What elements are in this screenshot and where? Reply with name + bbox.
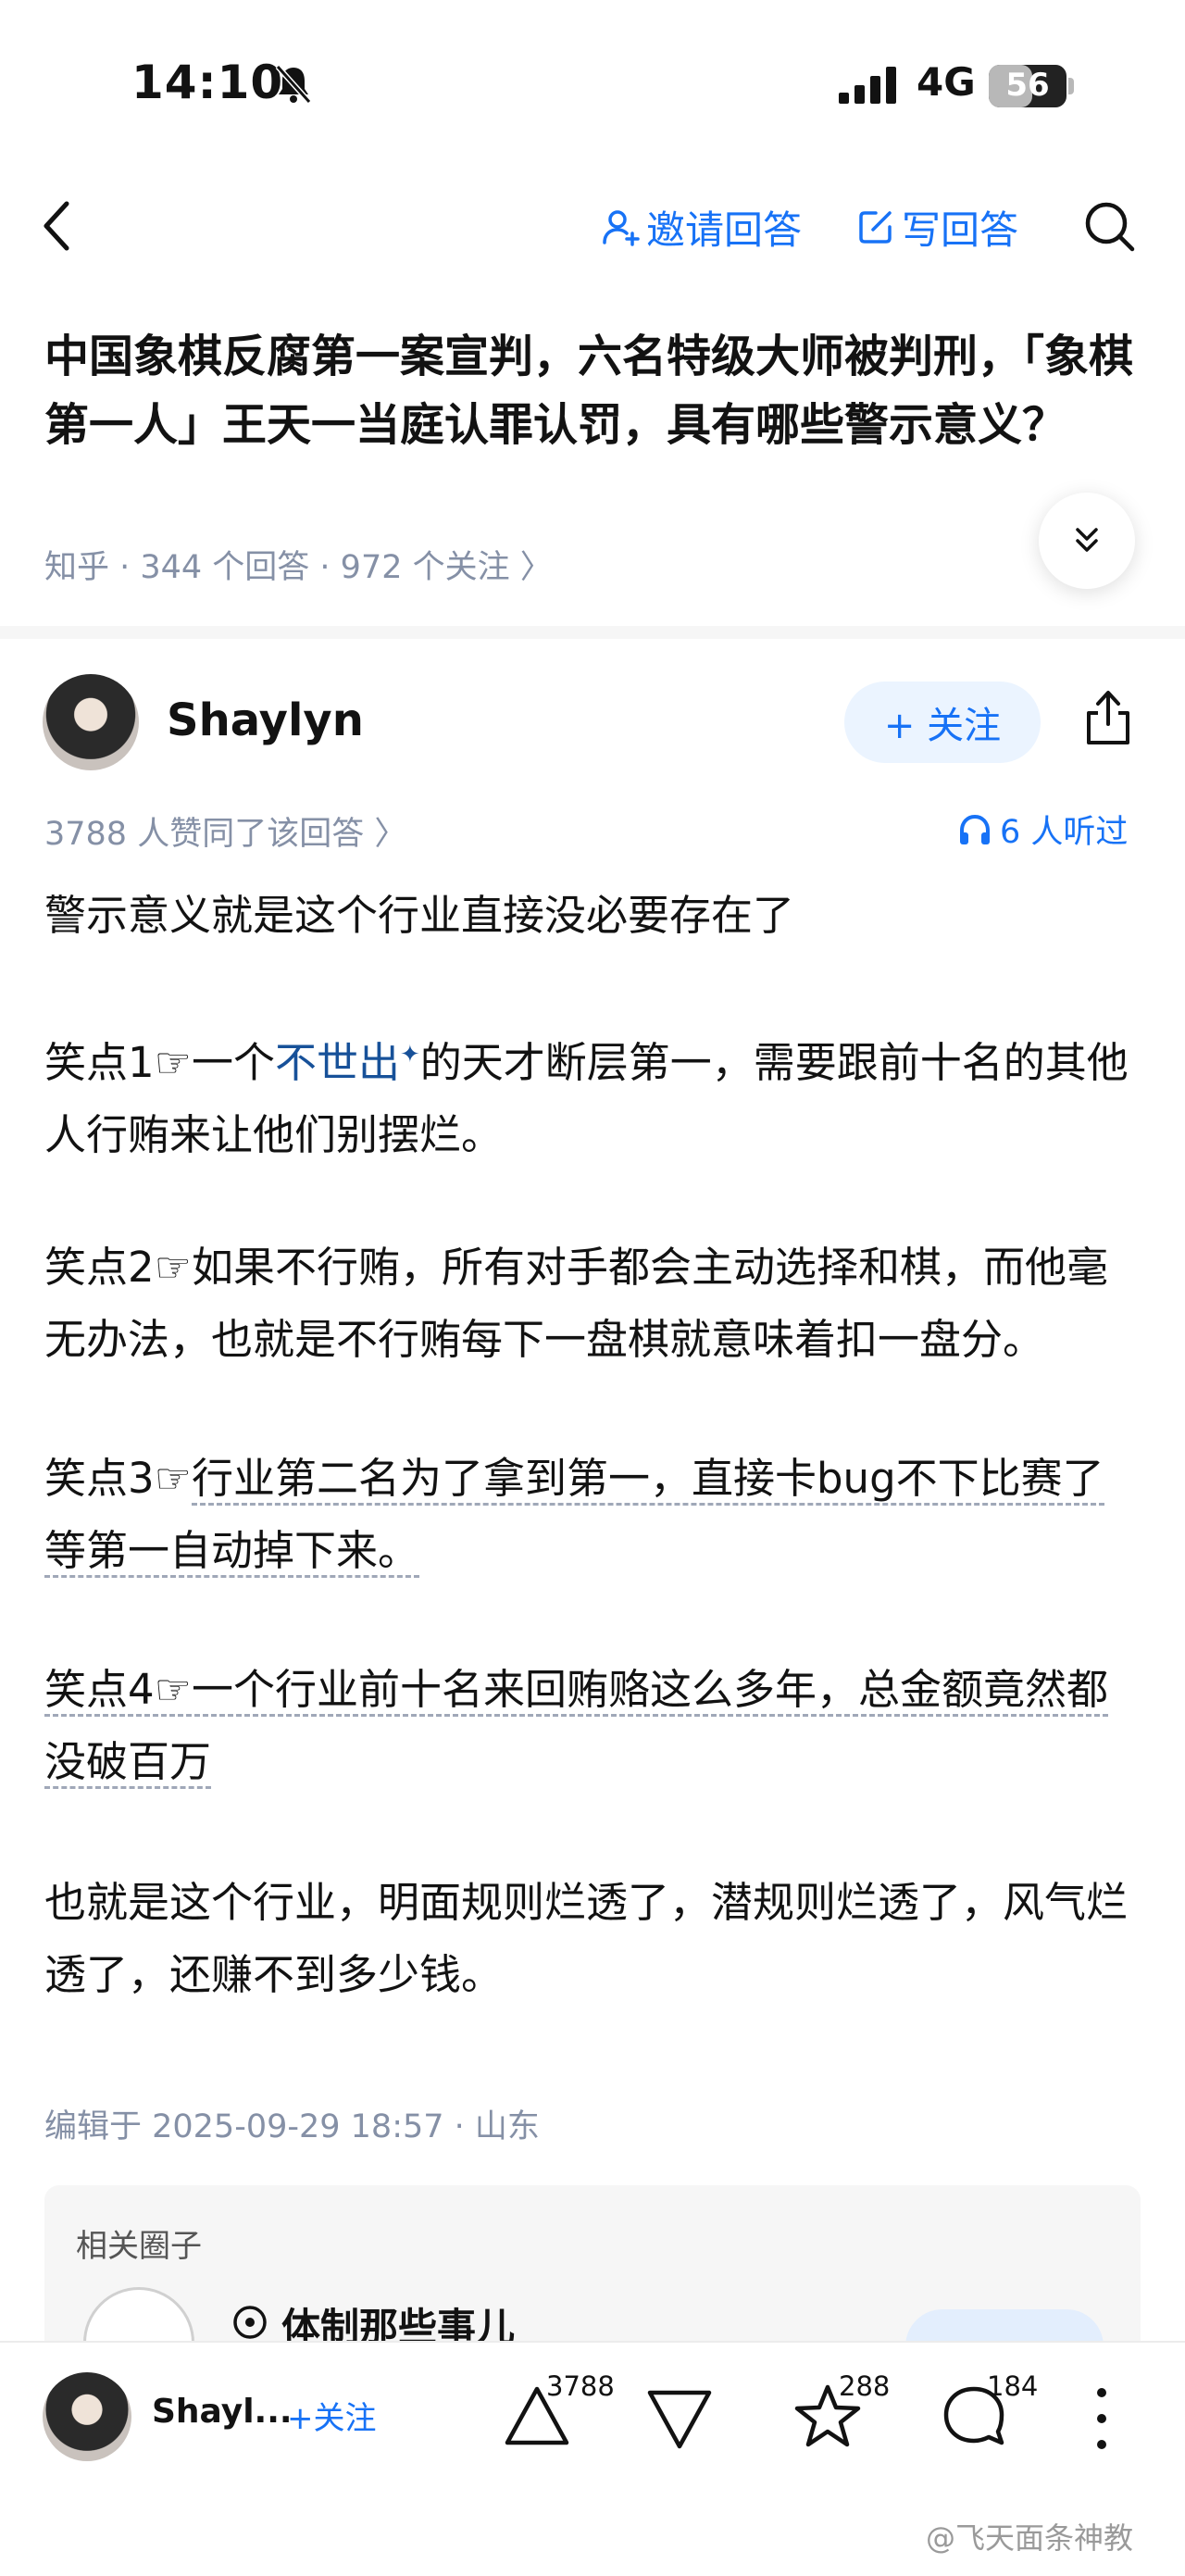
expand-button[interactable] — [1039, 493, 1135, 589]
write-answer-button[interactable]: 写回答 — [857, 194, 1018, 259]
paragraph-2-lead: 笑点1☞一个 — [44, 1038, 275, 1087]
share-icon[interactable] — [1081, 689, 1135, 746]
highlighted-sentence-2[interactable]: 笑点4☞一个行业前十名来回贿赂这么多年，总金额竟然都没破百万 — [44, 1665, 1108, 1789]
answer-paragraph-4: 笑点3☞行业第二名为了拿到第一，直接卡bug不下比赛了等第一自动掉下来。 — [44, 1443, 1141, 1587]
author-avatar[interactable] — [43, 674, 139, 770]
invite-user-icon — [603, 210, 640, 246]
listen-label: 6 人听过 — [1000, 814, 1129, 851]
author-name[interactable]: Shaylyn — [167, 694, 364, 746]
answer-paragraph-6: 也就是这个行业，明面规则烂透了，潜规则烂透了，风气烂透了，还赚不到多少钱。 — [44, 1878, 1129, 1999]
battery-icon: 56 — [989, 65, 1074, 107]
link-sparkle-icon: ✦ — [400, 1041, 420, 1069]
edit-timestamp: 编辑于 2025-09-29 18:57 · 山东 — [44, 2108, 540, 2145]
downvote-icon[interactable] — [642, 2380, 717, 2454]
question-title[interactable]: 中国象棋反腐第一案宣判，六名特级大师被判刑，「象棋第一人」王天一当庭认罪认罚，具… — [44, 322, 1137, 459]
bottom-author-avatar[interactable] — [43, 2372, 131, 2461]
section-divider — [0, 626, 1185, 639]
follow-button[interactable]: + 关注 — [844, 682, 1041, 763]
back-arrow-icon[interactable] — [39, 200, 76, 252]
signal-icon — [839, 67, 896, 104]
bell-muted-icon — [275, 64, 312, 105]
bottom-author-name[interactable]: Shayl... — [152, 2393, 293, 2431]
watermark: @飞天面条神教 — [926, 2520, 1134, 2556]
listen-count[interactable]: 6 人听过 — [957, 806, 1128, 853]
status-time: 14:10 — [131, 56, 284, 109]
favorite-count: 288 — [839, 2370, 891, 2402]
headphones-icon — [960, 814, 990, 844]
answer-paragraph-5: 笑点4☞一个行业前十名来回贿赂这么多年，总金额竟然都没破百万 — [44, 1654, 1141, 1798]
edit-icon — [859, 211, 892, 244]
double-chevron-down-icon — [1076, 528, 1098, 552]
related-title: 相关圈子 — [76, 2228, 202, 2265]
term-link[interactable]: 不世出 — [275, 1038, 400, 1087]
answer-paragraph-2: 笑点1☞一个不世出✦的天才断层第一，需要跟前十名的其他人行贿来让他们别摆烂。 — [44, 1019, 1141, 1171]
network-type: 4G — [917, 59, 976, 105]
invite-answer-button[interactable]: 邀请回答 — [602, 194, 802, 259]
upvote-count: 3788 — [546, 2370, 615, 2402]
likes-summary[interactable]: 3788 人赞同了该回答 〉 — [44, 807, 406, 855]
more-options-icon[interactable] — [1091, 2383, 1113, 2454]
comment-count: 184 — [987, 2370, 1039, 2402]
bottom-follow-button[interactable]: +关注 — [287, 2393, 377, 2438]
status-bar: 14:10 4G 56 — [0, 0, 1185, 176]
answer-paragraph-3: 笑点2☞如果不行贿，所有对手都会主动选择和棋，而他毫无办法，也就是不行贿每下一盘… — [44, 1243, 1108, 1364]
battery-text: 56 — [1005, 67, 1050, 104]
search-icon[interactable] — [1081, 198, 1137, 254]
paragraph-4-lead: 笑点3☞ — [44, 1454, 192, 1503]
answer-paragraph-1: 警示意义就是这个行业直接没必要存在了 — [44, 891, 795, 940]
write-answer-label: 写回答 — [902, 206, 1019, 253]
invite-answer-label: 邀请回答 — [646, 206, 803, 253]
question-meta[interactable]: 知乎 · 344 个回答 · 972 个关注 〉 — [44, 541, 553, 588]
highlighted-sentence[interactable]: 行业第二名为了拿到第一，直接卡bug不下比赛了等第一自动掉下来。 — [44, 1454, 1104, 1578]
location-pin-icon — [233, 2306, 267, 2339]
